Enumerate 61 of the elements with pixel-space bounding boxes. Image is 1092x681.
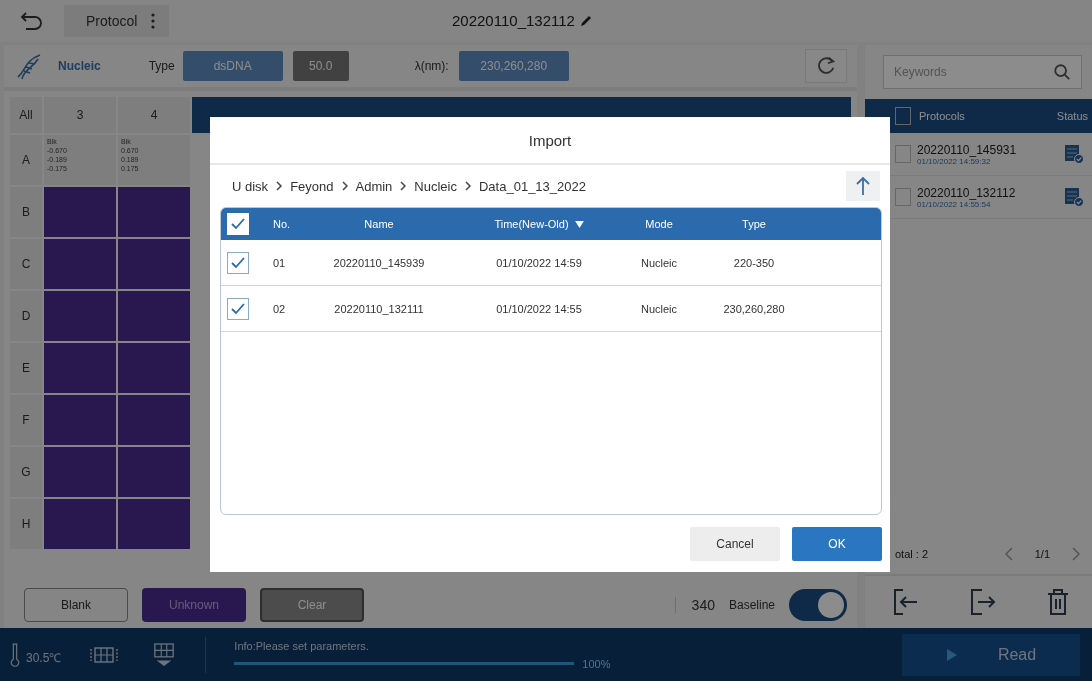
- search-placeholder: Keywords: [894, 65, 947, 79]
- factor-field[interactable]: 50.0: [292, 51, 349, 81]
- table-cell: 220-350: [733, 256, 775, 269]
- table-cell: 01/10/2022 14:55: [496, 302, 582, 315]
- row-header[interactable]: G: [10, 447, 42, 497]
- progress-reading: 100%: [582, 657, 611, 670]
- dialog-button[interactable]: OK: [792, 526, 882, 561]
- protocol-name[interactable]: 20220110_132112: [917, 185, 1058, 200]
- table-cell: Nucleic: [640, 302, 678, 315]
- breadcrumb-link[interactable]: Data_01_13_2022: [479, 178, 586, 194]
- column-header[interactable]: Time(New-Old): [494, 218, 569, 230]
- row-header[interactable]: B: [10, 187, 42, 237]
- row-header[interactable]: A: [10, 135, 42, 185]
- column-header[interactable]: Mode: [645, 218, 673, 230]
- sample-type-button[interactable]: Unknown: [142, 588, 246, 622]
- table-cell: 230,260,280: [723, 302, 785, 315]
- breadcrumb-link[interactable]: Admin: [355, 178, 393, 194]
- column-header: Status: [1056, 110, 1088, 122]
- column-header[interactable]: 4: [118, 97, 190, 133]
- table-cell: Nucleic: [640, 256, 678, 269]
- page-number: 1/1: [1034, 548, 1050, 560]
- wavelength-field[interactable]: 230,260,280: [458, 51, 569, 81]
- table-cell: 20220110_145939: [333, 256, 425, 269]
- table-cell: 02: [273, 302, 286, 315]
- baseline-wavelength: 340: [674, 597, 715, 613]
- dialog-button[interactable]: Cancel: [690, 526, 780, 561]
- file-name: 20220110_132112: [452, 12, 575, 29]
- column-header[interactable]: Type: [742, 218, 766, 230]
- mode-label: Nucleic: [58, 59, 101, 73]
- breadcrumb-link[interactable]: U disk: [232, 178, 269, 194]
- protocol-time: 01/10/2022 14:55:54: [917, 199, 991, 209]
- protocol-menu-button[interactable]: Protocol: [64, 5, 170, 37]
- row-header[interactable]: D: [10, 291, 42, 341]
- column-header: Protocols: [919, 110, 966, 122]
- row-header[interactable]: F: [10, 395, 42, 445]
- select-all-cell[interactable]: All: [10, 97, 42, 133]
- baseline-label: Baseline: [728, 598, 775, 612]
- row-header[interactable]: E: [10, 343, 42, 393]
- table-cell: 20220110_132111: [334, 302, 424, 315]
- info-message: Info:Please set parameters.: [234, 639, 370, 652]
- dialog-title: Import: [210, 117, 890, 165]
- search-field[interactable]: Keywords: [883, 55, 1082, 89]
- type-field[interactable]: dsDNA: [182, 51, 283, 81]
- protocol-time: 01/10/2022 14:59:32: [917, 156, 991, 166]
- row-header[interactable]: C: [10, 239, 42, 289]
- read-button[interactable]: Read: [902, 633, 1080, 676]
- table-cell: 01/10/2022 14:59: [496, 256, 582, 269]
- breadcrumb-link[interactable]: Feyond: [290, 178, 334, 194]
- table-cell: 01: [273, 256, 286, 269]
- sample-type-button[interactable]: Blank: [24, 588, 128, 622]
- total-count: otal : 2: [895, 548, 929, 560]
- row-header[interactable]: H: [10, 499, 42, 549]
- temperature-reading: 30.5℃: [26, 650, 62, 666]
- sample-type-button[interactable]: Clear: [260, 588, 364, 622]
- breadcrumb-link[interactable]: Nucleic: [414, 178, 457, 194]
- column-header[interactable]: No.: [273, 218, 291, 230]
- type-label: Type: [148, 59, 175, 73]
- column-header[interactable]: Name: [364, 218, 394, 230]
- wavelength-label: λ(nm):: [414, 59, 449, 73]
- protocol-name[interactable]: 20220110_145931: [917, 142, 1058, 157]
- column-header[interactable]: 3: [44, 97, 116, 133]
